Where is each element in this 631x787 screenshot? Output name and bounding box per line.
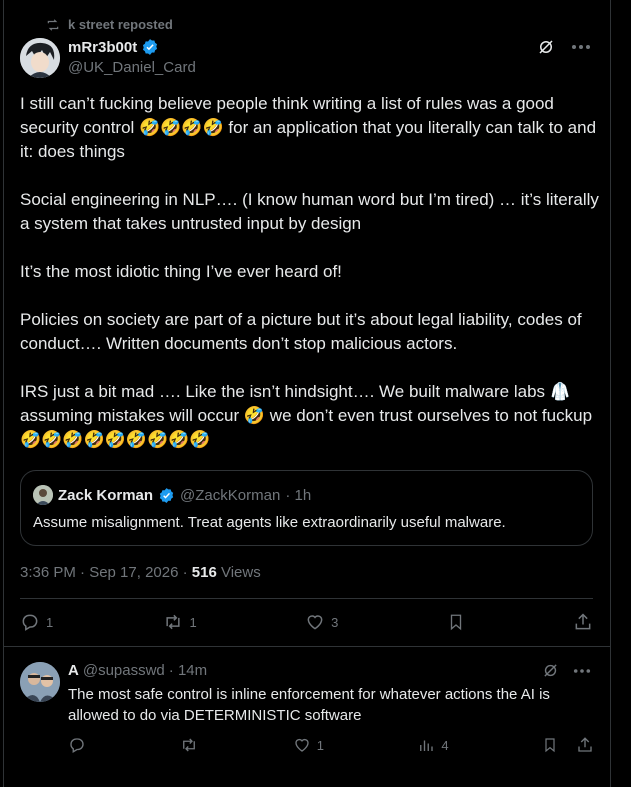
reply-button[interactable]: 1 (20, 612, 53, 632)
verified-badge-icon (141, 38, 159, 56)
quote-avatar (33, 485, 53, 505)
quote-time: · 1h (285, 486, 312, 504)
reply-avatar[interactable] (20, 662, 60, 702)
like-button[interactable]: 1 (293, 736, 324, 754)
tweet-meta: 3:36 PM · Sep 17, 2026 · 516 Views (20, 564, 261, 581)
reply-actions: 1 4 (68, 736, 594, 754)
views-label: Views (216, 564, 261, 581)
reply-display-name[interactable]: A (68, 662, 79, 679)
reply-views-count: 4 (441, 737, 449, 753)
verified-badge-icon (158, 487, 175, 504)
repost-icon (46, 18, 60, 32)
tweet-paragraph: IRS just a bit mad …. Like the isn’t hin… (20, 382, 593, 449)
divider (20, 598, 593, 599)
author-display-name[interactable]: mRr3b00t (68, 39, 137, 56)
author-handle[interactable]: @UK_Daniel_Card (68, 59, 196, 76)
reply-button[interactable] (68, 736, 86, 754)
reply-text: The most safe control is inline enforcem… (68, 686, 550, 724)
more-options-icon[interactable] (573, 668, 591, 674)
tweet-paragraph: It’s the most idiotic thing I’ve ever he… (20, 262, 342, 281)
quote-display-name: Zack Korman (58, 486, 154, 504)
tweet-actions: 1 1 3 (20, 612, 593, 632)
grok-icon[interactable] (542, 662, 559, 679)
reply-like-count: 1 (316, 737, 324, 753)
views-count: 516 (191, 564, 217, 581)
bookmark-button[interactable] (447, 612, 465, 632)
like-count: 3 (331, 614, 339, 630)
views-button[interactable]: 4 (417, 736, 449, 754)
reply-handle[interactable]: @supasswd (83, 662, 165, 679)
quote-text: Assume misalignment. Treat agents like e… (33, 514, 506, 531)
repost-indicator[interactable]: k street reposted (46, 17, 173, 32)
bookmark-button[interactable] (542, 736, 558, 754)
share-button[interactable] (576, 736, 594, 754)
tweet-paragraph: Policies on society are part of a pictur… (20, 310, 582, 353)
divider (3, 646, 611, 647)
more-options-icon[interactable] (571, 44, 591, 50)
repost-count: 1 (189, 614, 197, 630)
grok-icon[interactable] (537, 38, 555, 56)
repost-button[interactable]: 1 (162, 612, 197, 632)
repost-label: k street reposted (68, 17, 173, 32)
tweet-paragraph: Social engineering in NLP…. (I know huma… (20, 190, 599, 233)
like-button[interactable]: 3 (305, 612, 338, 632)
quote-handle: @ZackKorman (180, 486, 281, 504)
reply-time[interactable]: · 14m (169, 662, 207, 679)
reply-count: 1 (46, 614, 54, 630)
share-button[interactable] (573, 612, 593, 632)
tweet-timestamp[interactable]: 3:36 PM · Sep 17, 2026 · (20, 564, 192, 581)
quoted-tweet[interactable]: Zack Korman @ZackKorman · 1h Assume misa… (20, 470, 593, 546)
avatar[interactable] (20, 38, 60, 78)
tweet-text: I still can’t fucking believe people thi… (20, 92, 600, 476)
tweet-paragraph: I still can’t fucking believe people thi… (20, 94, 597, 161)
repost-button[interactable] (179, 736, 199, 754)
